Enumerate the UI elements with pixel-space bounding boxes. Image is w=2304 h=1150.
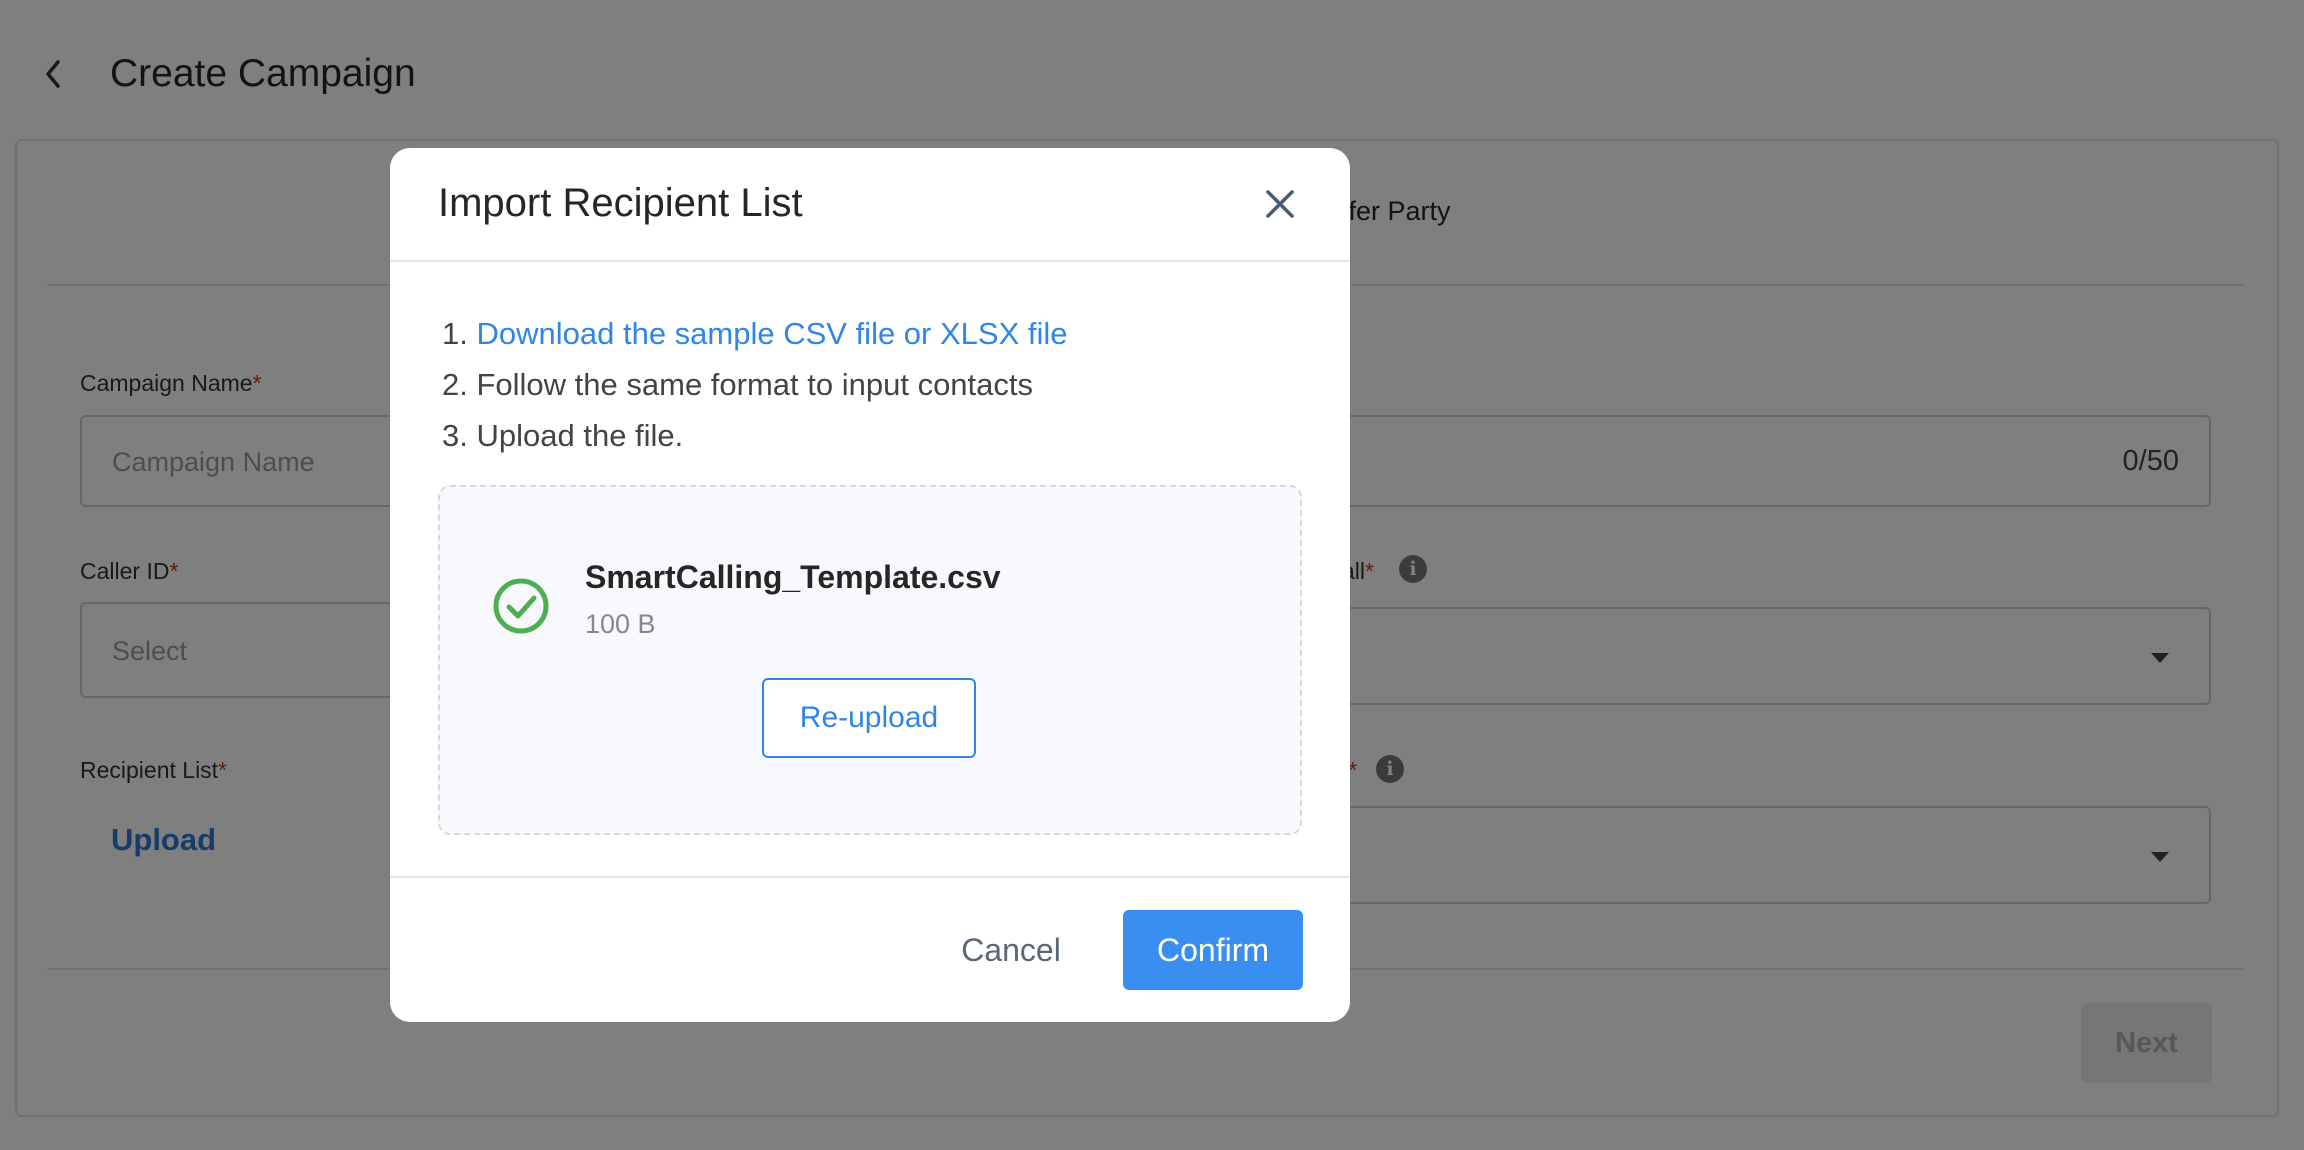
- close-icon[interactable]: [1258, 182, 1302, 226]
- modal-divider: [390, 876, 1350, 878]
- modal-divider: [390, 260, 1350, 262]
- instruction-step-2: 2. Follow the same format to input conta…: [442, 367, 1034, 402]
- file-size: 100 B: [585, 609, 656, 639]
- instruction-step-3: 3. Upload the file.: [442, 418, 684, 453]
- reupload-button[interactable]: Re-upload: [762, 678, 976, 758]
- download-sample-link[interactable]: Download the sample CSV file or XLSX fil…: [476, 316, 1067, 351]
- check-circle-icon: [493, 578, 549, 634]
- modal-title: Import Recipient List: [438, 181, 803, 225]
- file-name: SmartCalling_Template.csv: [585, 559, 1001, 595]
- file-dropzone[interactable]: SmartCalling_Template.csv 100 B Re-uploa…: [438, 485, 1302, 835]
- import-recipient-list-modal: Import Recipient List 1. Download the sa…: [390, 148, 1350, 1022]
- cancel-button[interactable]: Cancel: [938, 910, 1084, 990]
- instruction-step-1: 1. Download the sample CSV file or XLSX …: [442, 316, 1068, 351]
- confirm-button[interactable]: Confirm: [1123, 910, 1303, 990]
- instructions-list: 1. Download the sample CSV file or XLSX …: [442, 308, 1068, 461]
